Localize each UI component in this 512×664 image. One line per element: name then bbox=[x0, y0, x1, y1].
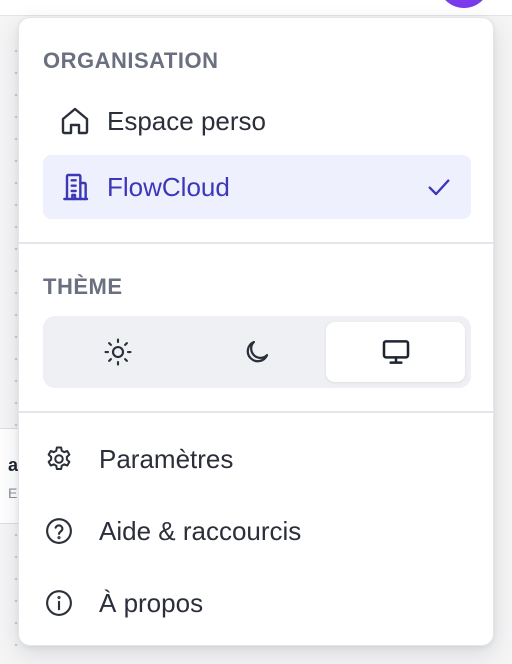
divider bbox=[19, 242, 493, 244]
org-item-espace-perso[interactable]: Espace perso bbox=[43, 89, 471, 153]
settings-label: Paramètres bbox=[99, 443, 234, 474]
settings-menu-item[interactable]: Paramètres bbox=[39, 431, 475, 487]
organisation-section-label: ORGANISATION bbox=[43, 48, 219, 73]
info-icon bbox=[39, 588, 79, 618]
org-item-label: FlowCloud bbox=[107, 171, 230, 202]
help-circle-icon bbox=[39, 516, 79, 546]
background-header bbox=[0, 0, 512, 16]
background-card-title: a bbox=[8, 455, 19, 475]
sun-icon bbox=[103, 337, 133, 367]
org-item-label: Espace perso bbox=[107, 105, 266, 136]
help-shortcuts-label: Aide & raccourcis bbox=[99, 515, 302, 546]
background-card-subtitle: E bbox=[8, 485, 18, 501]
help-shortcuts-menu-item[interactable]: Aide & raccourcis bbox=[39, 503, 475, 559]
moon-icon bbox=[242, 337, 272, 367]
home-icon bbox=[43, 105, 107, 137]
divider bbox=[19, 411, 493, 413]
theme-system-button[interactable] bbox=[326, 322, 466, 382]
theme-light-button[interactable] bbox=[49, 322, 188, 382]
theme-switcher bbox=[43, 316, 471, 388]
org-item-flowcloud[interactable]: FlowCloud bbox=[43, 155, 471, 219]
about-label: À propos bbox=[99, 587, 204, 618]
monitor-icon bbox=[380, 336, 412, 368]
theme-dark-button[interactable] bbox=[188, 322, 327, 382]
account-dropdown-menu: ORGANISATION Espace perso FlowCloud THÈM… bbox=[18, 17, 494, 646]
theme-section-label: THÈME bbox=[43, 274, 123, 299]
gear-icon bbox=[39, 444, 79, 474]
building-icon bbox=[43, 171, 107, 203]
check-icon bbox=[425, 173, 453, 201]
about-menu-item[interactable]: À propos bbox=[39, 575, 475, 631]
